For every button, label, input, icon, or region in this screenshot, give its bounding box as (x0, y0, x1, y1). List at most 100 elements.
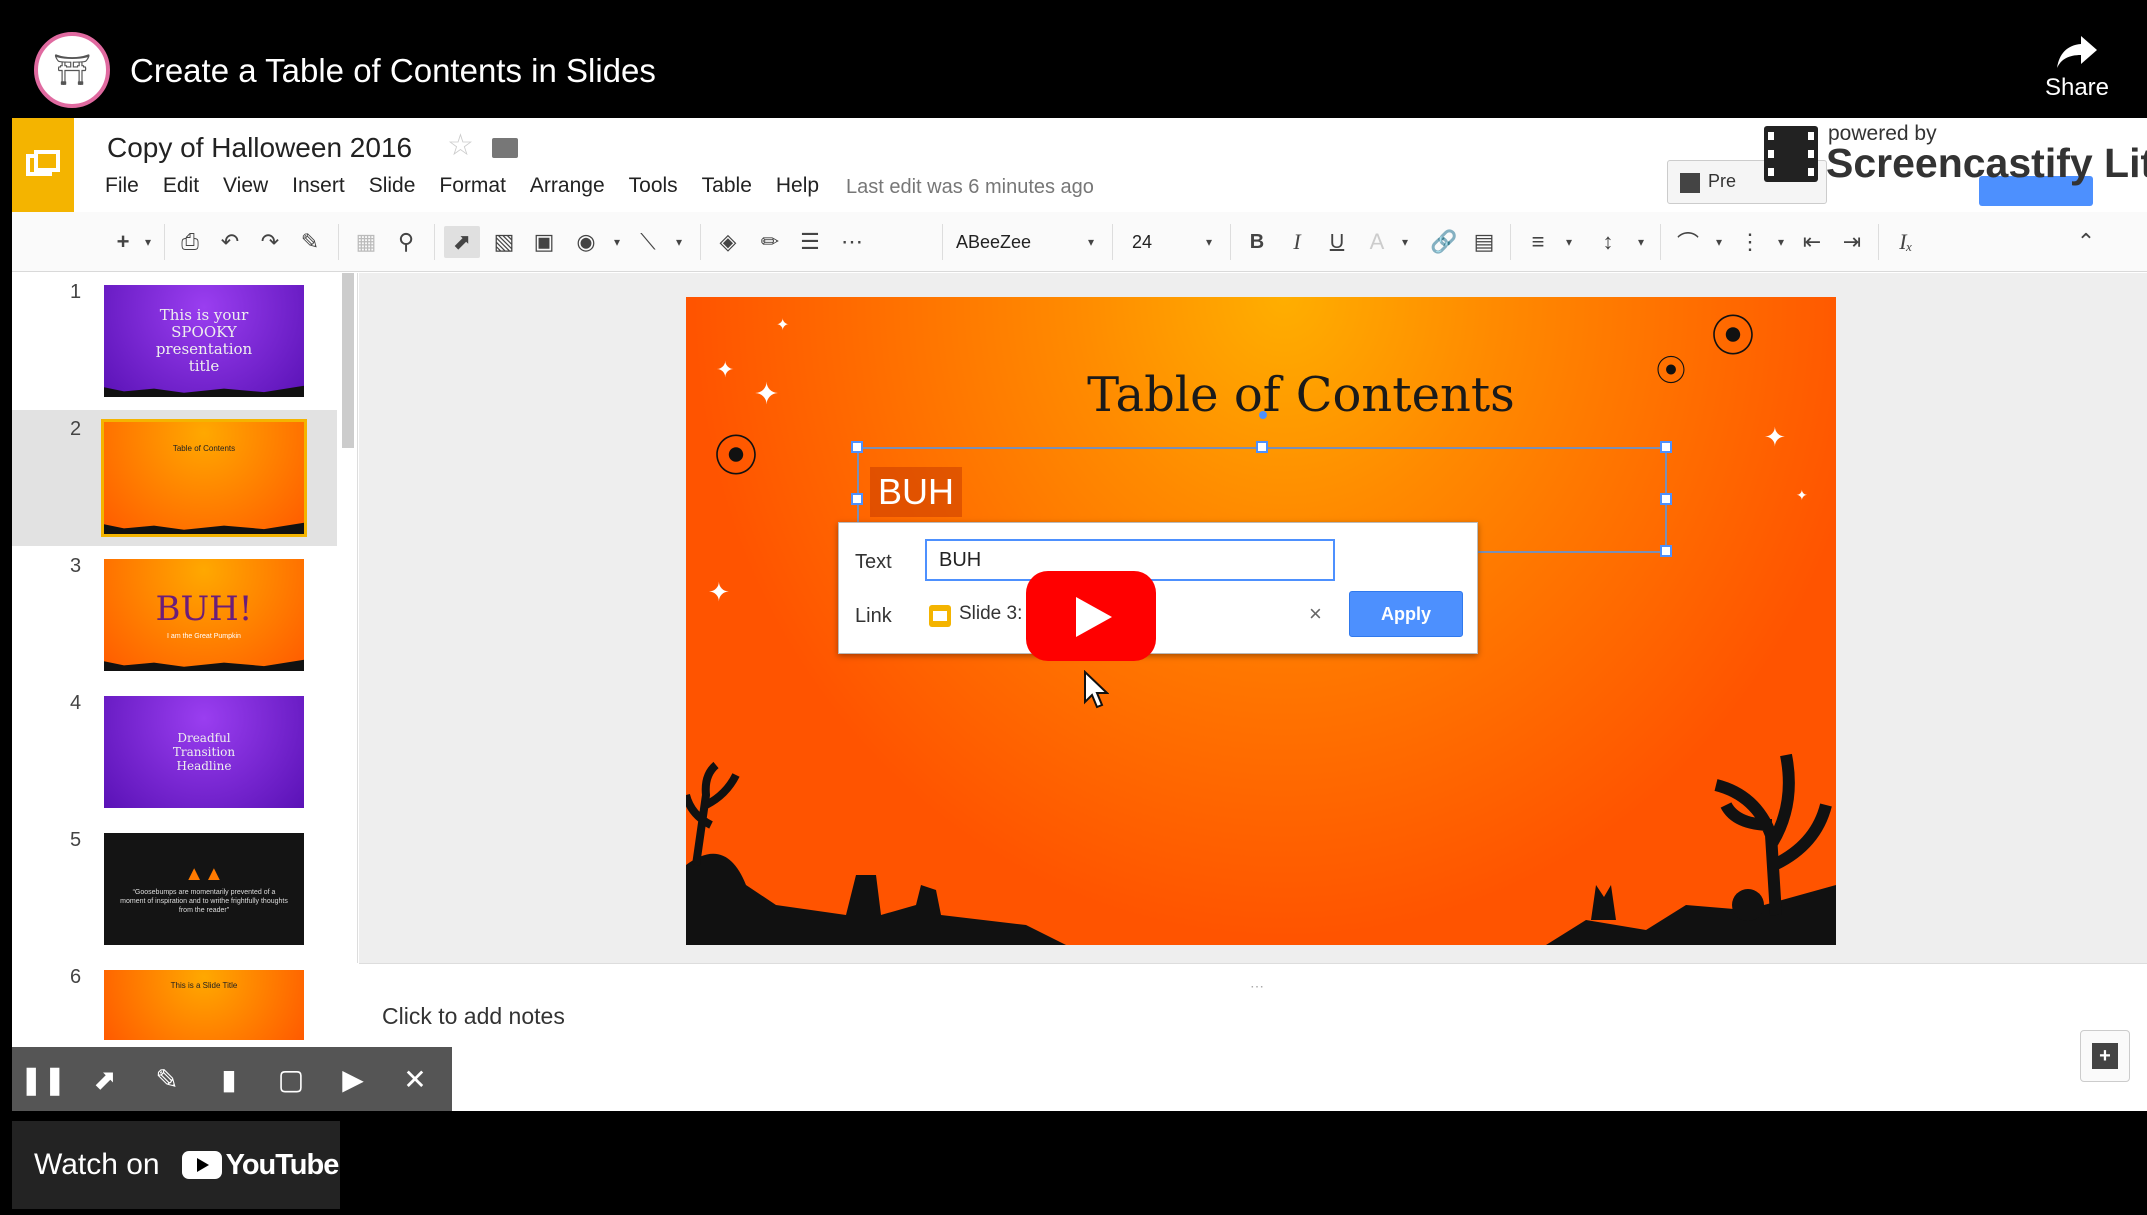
slide-thumbnail[interactable]: Dreadful Transition Headline (104, 696, 304, 808)
pen-icon[interactable]: ✎ (136, 1047, 198, 1111)
border-color-icon[interactable]: ✏ (752, 226, 788, 258)
link-target[interactable]: Slide 3: (959, 603, 1022, 625)
font-dropdown-icon[interactable]: ▾ (1082, 226, 1100, 258)
rectangle-icon[interactable]: ▢ (260, 1047, 322, 1111)
layout-icon[interactable]: ▦ (348, 226, 384, 258)
fill-color-icon[interactable]: ◈ (710, 226, 746, 258)
slide-thumbnail[interactable]: This is a Slide Title (104, 970, 304, 1040)
shape-icon[interactable]: ◉ (568, 226, 604, 258)
explore-icon[interactable]: + (2080, 1030, 2130, 1082)
watch-on-youtube-button[interactable]: Watch on YouTube (12, 1121, 340, 1209)
camera-icon[interactable]: ▶ (322, 1047, 384, 1111)
align-icon[interactable]: ≡ (1520, 226, 1556, 258)
resize-handle[interactable] (851, 493, 863, 505)
slide-thumbnail[interactable]: BUH! I am the Great Pumpkin (104, 559, 304, 671)
bold-icon[interactable]: B (1240, 226, 1274, 258)
zoom-icon[interactable]: ⚲ (388, 226, 424, 258)
menu-insert[interactable]: Insert (292, 174, 345, 198)
resize-handle[interactable] (1660, 441, 1672, 453)
folder-icon[interactable] (492, 138, 518, 158)
menu-format[interactable]: Format (439, 174, 506, 198)
comment-icon[interactable]: ▤ (1466, 226, 1502, 258)
pumpkin-face-icon: ▲▲ (184, 863, 224, 885)
numbered-list-dropdown-icon[interactable]: ▾ (1710, 226, 1728, 258)
line-dropdown-icon[interactable]: ▾ (670, 226, 688, 258)
menu-file[interactable]: File (105, 174, 139, 198)
pointer-icon[interactable]: ⬈ (74, 1047, 136, 1111)
slide-thumbnail[interactable]: Table of Contents (101, 419, 307, 537)
share-button[interactable]: Share (2037, 34, 2117, 102)
numbered-list-icon[interactable]: ⌒ (1670, 226, 1706, 258)
increase-indent-icon[interactable]: ⇥ (1834, 226, 1870, 258)
link-icon[interactable]: 🔗 (1426, 226, 1462, 258)
filmstrip-item[interactable]: 1 This is your SPOOKY presentation title (12, 273, 337, 409)
text-color-icon[interactable]: A (1360, 226, 1394, 258)
slide-number: 4 (70, 692, 82, 714)
filmstrip-item[interactable]: 5 ▲▲ “Goosebumps are momentarily prevent… (12, 821, 337, 957)
menu-table[interactable]: Table (702, 174, 752, 198)
bulleted-list-icon[interactable]: ⋮ (1732, 226, 1768, 258)
resize-handle[interactable] (1660, 545, 1672, 557)
print-icon[interactable]: ⎙ (172, 226, 208, 258)
image-icon[interactable]: ▣ (526, 226, 562, 258)
font-size-dropdown-icon[interactable]: ▾ (1200, 226, 1218, 258)
slides-home-icon[interactable] (12, 118, 74, 212)
menu-arrange[interactable]: Arrange (530, 174, 605, 198)
mouse-cursor-icon (1084, 670, 1109, 709)
menu-slide[interactable]: Slide (369, 174, 416, 198)
new-slide-dropdown-icon[interactable]: ▾ (139, 226, 157, 258)
apply-button[interactable]: Apply (1349, 591, 1463, 637)
font-select[interactable]: ABeeZee (956, 232, 1031, 253)
decrease-indent-icon[interactable]: ⇤ (1794, 226, 1830, 258)
filmstrip-item[interactable]: 3 BUH! I am the Great Pumpkin (12, 547, 337, 683)
slide-thumbnail[interactable]: ▲▲ “Goosebumps are momentarily prevented… (104, 833, 304, 945)
menu-help[interactable]: Help (776, 174, 819, 198)
select-cursor-icon[interactable]: ⬈ (444, 226, 480, 258)
undo-icon[interactable]: ↶ (212, 226, 248, 258)
highlighted-text[interactable]: BUH (870, 467, 963, 517)
pause-icon[interactable]: ❚❚ (12, 1047, 74, 1111)
line-spacing-dropdown-icon[interactable]: ▾ (1632, 226, 1650, 258)
video-title[interactable]: Create a Table of Contents in Slides (130, 52, 656, 90)
border-dash-icon[interactable]: ⋯ (834, 226, 870, 258)
underline-icon[interactable]: U (1320, 226, 1354, 258)
line-spacing-icon[interactable]: ↕ (1590, 226, 1626, 258)
document-title[interactable]: Copy of Halloween 2016 (107, 132, 412, 164)
remove-link-icon[interactable]: × (1309, 601, 1322, 627)
last-edit-status[interactable]: Last edit was 6 minutes ago (846, 176, 1094, 199)
filmstrip-item-selected[interactable]: 2 Table of Contents (12, 410, 337, 546)
eraser-icon[interactable]: ▮ (198, 1047, 260, 1111)
new-slide-icon[interactable]: + (107, 226, 139, 258)
rotate-handle[interactable] (1259, 411, 1267, 419)
align-dropdown-icon[interactable]: ▾ (1560, 226, 1578, 258)
border-weight-icon[interactable]: ☰ (792, 226, 828, 258)
italic-icon[interactable]: I (1280, 226, 1314, 258)
shape-dropdown-icon[interactable]: ▾ (608, 226, 626, 258)
slide-thumbnail[interactable]: This is your SPOOKY presentation title (104, 285, 304, 397)
redo-icon[interactable]: ↷ (252, 226, 288, 258)
font-size-select[interactable]: 24 (1132, 232, 1152, 253)
collapse-toolbar-icon[interactable]: ⌃ (2068, 226, 2104, 258)
menu-view[interactable]: View (223, 174, 268, 198)
resize-handle[interactable] (1256, 441, 1268, 453)
notes-placeholder[interactable]: Click to add notes (382, 1003, 565, 1030)
menu-edit[interactable]: Edit (163, 174, 199, 198)
line-icon[interactable]: ⟍ (630, 226, 666, 258)
resize-handle[interactable] (1660, 493, 1672, 505)
close-icon[interactable]: ✕ (384, 1047, 446, 1111)
text-color-dropdown-icon[interactable]: ▾ (1396, 226, 1414, 258)
clear-formatting-icon[interactable]: Iₓ (1888, 226, 1924, 258)
filmstrip-item[interactable]: 4 Dreadful Transition Headline (12, 684, 337, 820)
resize-handle[interactable] (851, 441, 863, 453)
bulleted-list-dropdown-icon[interactable]: ▾ (1772, 226, 1790, 258)
menu-tools[interactable]: Tools (629, 174, 678, 198)
thumbnail-title: BUH! (155, 589, 253, 629)
paint-format-icon[interactable]: ✎ (292, 226, 328, 258)
filmstrip-scrollbar[interactable] (342, 273, 354, 448)
star-icon[interactable]: ☆ (447, 128, 474, 163)
channel-avatar[interactable]: ⛩ (34, 32, 110, 108)
text-box-icon[interactable]: ▧ (486, 226, 522, 258)
play-button[interactable] (1026, 571, 1156, 661)
slide-link-icon (929, 605, 951, 627)
notes-resize-handle[interactable]: ⋯ (1250, 978, 1264, 995)
